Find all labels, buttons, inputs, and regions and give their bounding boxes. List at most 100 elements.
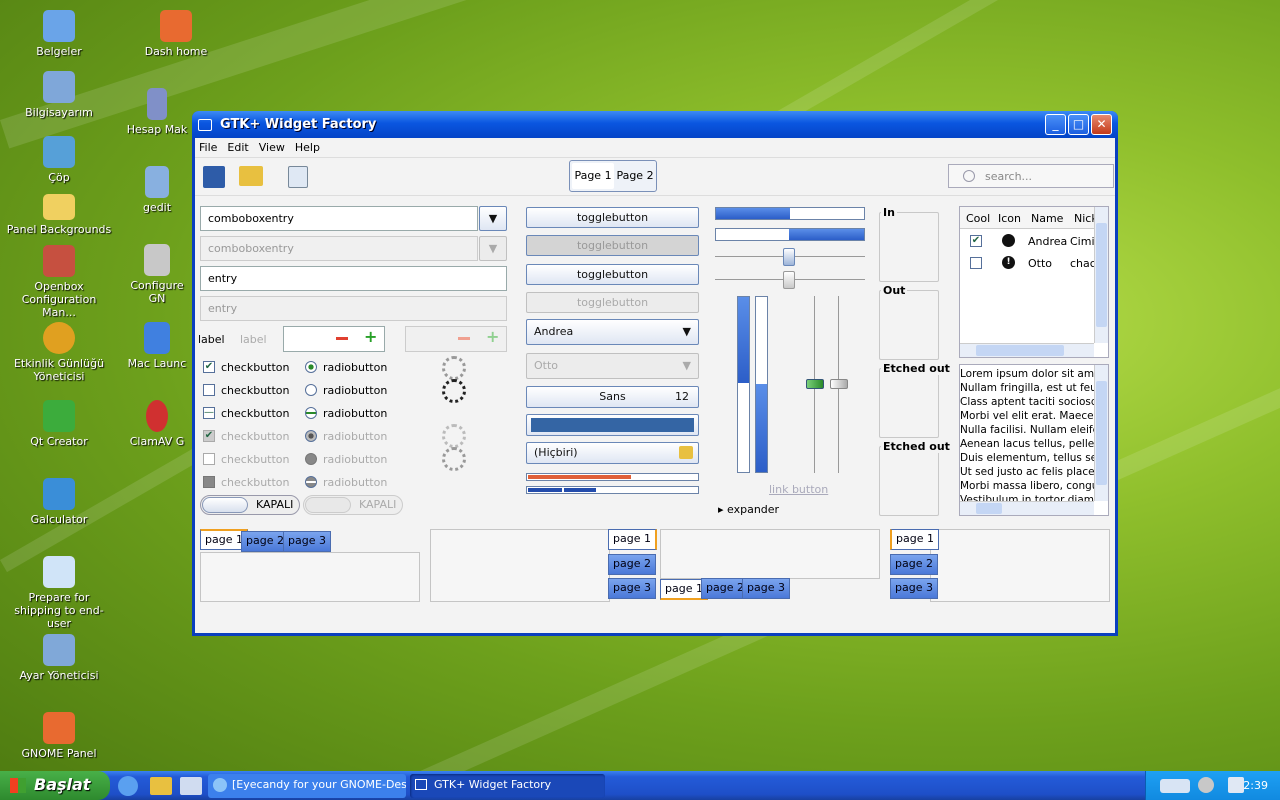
menu-file[interactable]: File <box>199 141 217 154</box>
minimize-button[interactable]: _ <box>1045 114 1066 135</box>
combobox-dropdown-button-disabled: ▼ <box>479 236 507 261</box>
scale-slider-handle[interactable] <box>783 248 795 266</box>
scale-slider-handle[interactable] <box>783 271 795 289</box>
font-button[interactable]: Sans 12 <box>526 386 699 408</box>
network-icon[interactable] <box>1228 777 1244 793</box>
menu-view[interactable]: View <box>259 141 285 154</box>
combobox-entry[interactable]: comboboxentry <box>200 206 478 231</box>
combobox-dropdown-button[interactable]: ▼ <box>479 206 507 231</box>
checkbutton-label: checkbutton <box>221 383 290 397</box>
desktop-icon-panel-backgrounds[interactable]: Panel Backgrounds <box>5 194 113 236</box>
desktop-icon-settings-manager[interactable]: Ayar Yöneticisi <box>5 634 113 682</box>
search-document-icon[interactable] <box>288 166 308 188</box>
notebook-left-tab-2[interactable]: page 2 <box>890 554 938 575</box>
search-placeholder: search... <box>985 170 1033 183</box>
minus-icon[interactable] <box>336 337 348 340</box>
window-titlebar[interactable]: GTK+ Widget Factory _ □ ✕ <box>192 111 1118 138</box>
desktop-icon-belgeler[interactable]: Belgeler <box>5 10 113 58</box>
desktop-icon-event-log[interactable]: Etkinlik Günlüğü Yöneticisi <box>5 322 113 383</box>
tree-row[interactable]: ! Otto chac <box>960 253 1096 273</box>
horizontal-scrollbar[interactable] <box>960 343 1094 357</box>
checkbutton-inconsistent[interactable]: — checkbutton <box>203 404 290 422</box>
keyboard-icon[interactable] <box>1160 779 1190 793</box>
maximize-button[interactable]: □ <box>1068 114 1089 135</box>
checkbutton-unchecked[interactable]: checkbutton <box>203 381 290 399</box>
file-chooser-button[interactable]: (Hiçbiri) <box>526 442 699 464</box>
notebook-right-tab-2[interactable]: page 2 <box>608 554 656 575</box>
radiobutton-selected-disabled: radiobutton <box>305 427 387 445</box>
vertical-scrollbar[interactable] <box>1094 365 1108 501</box>
notebook-left-tab-1[interactable]: page 1 <box>890 529 939 550</box>
search-entry[interactable]: search... <box>948 164 1114 188</box>
text-entry[interactable]: entry <box>200 266 507 291</box>
vertical-scale-handle[interactable] <box>830 379 848 389</box>
frame-etched-out <box>879 368 939 438</box>
taskbar-item-eyecandy[interactable]: [Eyecandy for your GNOME-Des... <box>208 774 406 798</box>
togglebutton[interactable]: togglebutton <box>526 207 699 228</box>
notebook-bottom-tab-3[interactable]: page 3 <box>742 578 790 599</box>
desktop-icon-gedit[interactable]: gedit <box>122 166 192 214</box>
switch-label: KAPALI <box>256 498 294 511</box>
column-header-cool[interactable]: Cool <box>966 212 990 225</box>
radiobutton-selected[interactable]: radiobutton <box>305 358 387 376</box>
notebook-top-tab-2[interactable]: page 2 <box>241 531 289 552</box>
radiobutton-unselected[interactable]: radiobutton <box>305 381 387 399</box>
notebook-right-tab-1[interactable]: page 1 <box>608 529 657 550</box>
column-header-name[interactable]: Name <box>1031 212 1063 225</box>
desktop-icon-gnome-panel[interactable]: GNOME Panel <box>5 712 113 760</box>
checkbox-icon[interactable] <box>970 257 982 269</box>
checkbox-checked-icon[interactable]: ✔ <box>970 235 982 247</box>
desktop-icon-mac-launcher[interactable]: Mac Launc <box>122 322 192 370</box>
switch-off[interactable]: KAPALI <box>200 495 300 515</box>
menu-help[interactable]: Help <box>295 141 320 154</box>
desktop-icon-prepare-shipping[interactable]: Prepare for shipping to end-user <box>5 556 113 630</box>
checkbutton-checked[interactable]: ✔ checkbutton <box>203 358 290 376</box>
column-header-icon[interactable]: Icon <box>998 212 1021 225</box>
speaker-icon[interactable] <box>1198 777 1214 793</box>
toolbar-tab-page1[interactable]: Page 1 <box>572 163 614 189</box>
scrollbar-thumb[interactable] <box>1096 223 1107 327</box>
desktop-icon-clamav[interactable]: ClamAV G <box>122 400 192 448</box>
vertical-scale-handle[interactable] <box>806 379 824 389</box>
desktop-icon-galculator[interactable]: Galculator <box>5 478 113 526</box>
browser-icon[interactable] <box>118 776 138 796</box>
expander[interactable]: ▸ expander <box>718 503 779 516</box>
scrollbar-thumb[interactable] <box>976 503 1002 514</box>
open-folder-icon[interactable] <box>239 166 263 186</box>
taskbar-item-widget-factory[interactable]: GTK+ Widget Factory <box>410 774 605 798</box>
show-desktop-icon[interactable] <box>180 777 202 795</box>
close-button[interactable]: ✕ <box>1091 114 1112 135</box>
horizontal-scrollbar[interactable] <box>960 501 1094 515</box>
desktop-icon-qt-creator[interactable]: Qt Creator <box>5 400 113 448</box>
notebook-top-tab-3[interactable]: page 3 <box>283 531 331 552</box>
notebook-right-tab-3[interactable]: page 3 <box>608 578 656 599</box>
scrollbar-thumb[interactable] <box>976 345 1064 356</box>
desktop-icon-calculator[interactable]: Hesap Mak <box>122 88 192 136</box>
tree-view: Cool Icon Name Nick ✔ Andrea Cimi ! Otto… <box>959 206 1109 358</box>
start-button[interactable]: Başlat <box>0 771 110 800</box>
spinbutton[interactable]: + <box>283 326 385 352</box>
desktop-icon-dash-home[interactable]: Dash home <box>122 10 230 58</box>
color-button[interactable] <box>526 414 699 436</box>
scrollbar-thumb[interactable] <box>1096 381 1107 485</box>
text-view[interactable]: Lorem ipsum dolor sit amet, Nullam fringi… <box>959 364 1109 516</box>
toolbar-tabs: Page 1 Page 2 <box>569 160 657 192</box>
radiobutton-label: radiobutton <box>323 360 388 374</box>
desktop-icon-computer[interactable]: Bilgisayarım <box>5 71 113 119</box>
combobox-value: Otto <box>534 359 559 372</box>
toolbar-tab-page2[interactable]: Page 2 <box>615 163 655 189</box>
vertical-scrollbar[interactable] <box>1094 207 1108 343</box>
save-icon[interactable] <box>203 166 225 188</box>
menu-edit[interactable]: Edit <box>227 141 248 154</box>
desktop-icon-openbox[interactable]: Openbox Configuration Man... <box>5 245 113 319</box>
notebook-left-tab-3[interactable]: page 3 <box>890 578 938 599</box>
widget-factory-window: GTK+ Widget Factory _ □ ✕ File Edit View… <box>192 111 1118 636</box>
togglebutton-active[interactable]: togglebutton <box>526 264 699 285</box>
combobox[interactable]: Andrea ▼ <box>526 319 699 345</box>
radiobutton-inconsistent[interactable]: radiobutton <box>305 404 387 422</box>
folder-icon[interactable] <box>150 777 172 795</box>
tree-row[interactable]: ✔ Andrea Cimi <box>960 231 1095 251</box>
desktop-icon-configure-gnome[interactable]: Configure GN <box>122 244 192 305</box>
desktop-icon-trash[interactable]: Çöp <box>5 136 113 184</box>
plus-icon[interactable]: + <box>364 329 378 345</box>
